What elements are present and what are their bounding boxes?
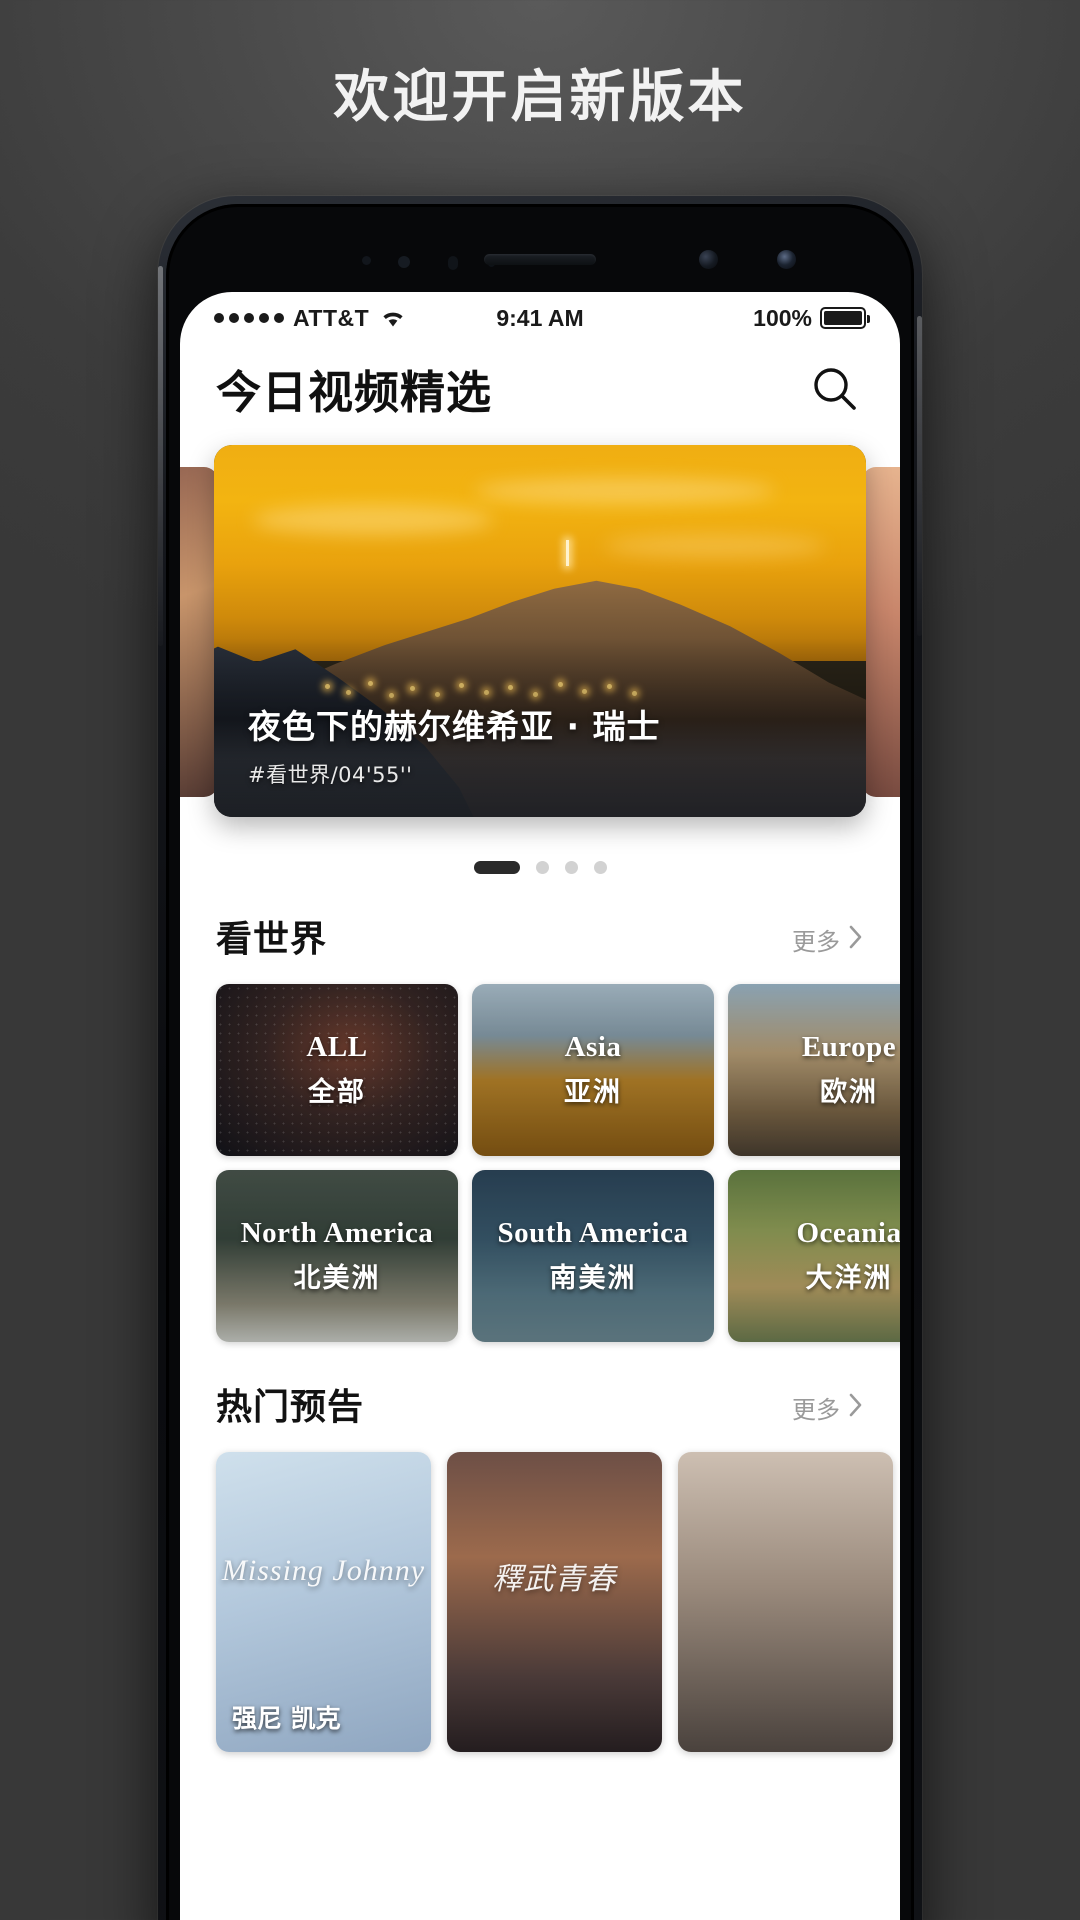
category-label-en: Oceania — [796, 1217, 901, 1249]
phone-device: ATT&T 9:41 AM 100% 今日视频精选 夜色下的赫尔维希亚 · 瑞士… — [158, 196, 922, 1920]
more-label: 更多 — [792, 1396, 840, 1424]
category-grid: ALL 全部 Asia 亚洲 Europe 欧洲 North America 北… — [180, 962, 900, 1342]
trailer-card[interactable]: 釋武青春 — [447, 1452, 662, 1752]
category-tile-oceania[interactable]: Oceania 大洋洲 — [728, 1170, 900, 1342]
category-label-en: North America — [240, 1217, 434, 1249]
category-label-en: ALL — [306, 1031, 368, 1063]
hero-card-active[interactable]: 夜色下的赫尔维希亚 · 瑞士 #看世界/04'55'' — [214, 445, 866, 817]
category-tile-all[interactable]: ALL 全部 — [216, 984, 458, 1156]
phone-screen: ATT&T 9:41 AM 100% 今日视频精选 夜色下的赫尔维希亚 · 瑞士… — [180, 292, 900, 1920]
carrier-label: ATT&T — [293, 304, 370, 331]
category-label-en: South America — [497, 1217, 689, 1249]
trailer-card[interactable]: Missing Johnny 强尼 凯克 — [216, 1452, 431, 1752]
chevron-right-icon — [848, 1392, 864, 1424]
trailer-script-title: Missing Johnny — [221, 1554, 426, 1587]
category-label-en: Asia — [564, 1031, 622, 1063]
category-label-cn: 北美洲 — [293, 1263, 381, 1294]
category-tile-europe[interactable]: Europe 欧洲 — [728, 984, 900, 1156]
battery-percent-label: 100% — [753, 304, 812, 331]
carousel-pager[interactable] — [180, 861, 900, 874]
category-label-cn: 亚洲 — [564, 1077, 622, 1108]
category-label-cn: 欧洲 — [820, 1077, 878, 1108]
earpiece-speaker — [484, 254, 596, 265]
phone-sensor-cluster — [166, 244, 914, 278]
hero-text-block: 夜色下的赫尔维希亚 · 瑞士 #看世界/04'55'' — [248, 700, 832, 789]
section-title: 看世界 — [216, 919, 328, 960]
pager-dot-3[interactable] — [564, 861, 578, 874]
section-title: 热门预告 — [216, 1387, 365, 1428]
trailer-script-title: 釋武青春 — [492, 1563, 617, 1596]
status-bar-right: 100% — [753, 304, 870, 332]
iris-sensor-icon — [448, 256, 458, 270]
hero-card-next[interactable] — [862, 467, 900, 797]
signal-strength-icon — [214, 313, 284, 323]
search-icon[interactable] — [806, 360, 864, 418]
hero-meta: #看世界/04'55'' — [248, 763, 413, 787]
trailer-row: Missing Johnny 强尼 凯克 釋武青春 BU — [180, 1430, 900, 1752]
battery-full-icon — [820, 307, 870, 329]
category-label-cn: 全部 — [308, 1077, 366, 1108]
more-label: 更多 — [792, 928, 840, 956]
page-title: 今日视频精选 — [216, 366, 493, 419]
status-bar-left: ATT&T — [214, 305, 406, 332]
category-label-en: Europe — [801, 1031, 897, 1063]
section-more-link-trailers[interactable]: 更多 — [792, 1390, 864, 1430]
section-header-world: 看世界 更多 — [180, 874, 900, 962]
status-bar: ATT&T 9:41 AM 100% — [180, 292, 900, 340]
trailer-caption: 强尼 凯克 — [232, 1704, 341, 1734]
phone-body: ATT&T 9:41 AM 100% 今日视频精选 夜色下的赫尔维希亚 · 瑞士… — [166, 204, 914, 1920]
pager-dot-4[interactable] — [593, 861, 607, 874]
pager-dot-1[interactable] — [473, 861, 520, 874]
category-label-cn: 大洋洲 — [805, 1263, 893, 1294]
hero-carousel[interactable]: 夜色下的赫尔维希亚 · 瑞士 #看世界/04'55'' — [180, 445, 900, 835]
section-more-link-world[interactable]: 更多 — [792, 922, 864, 962]
category-label-cn: 南美洲 — [549, 1263, 637, 1294]
wifi-icon — [380, 309, 406, 328]
chevron-right-icon — [848, 924, 864, 956]
pager-dot-2[interactable] — [535, 861, 549, 874]
sensor-dot-icon — [362, 256, 371, 265]
promo-headline: 欢迎开启新版本 — [333, 65, 747, 130]
proximity-sensor-icon — [398, 256, 410, 268]
hero-title: 夜色下的赫尔维希亚 · 瑞士 — [248, 707, 661, 746]
category-tile-north-america[interactable]: North America 北美洲 — [216, 1170, 458, 1342]
app-bar: 今日视频精选 — [180, 340, 900, 431]
section-header-trailers: 热门预告 更多 — [180, 1342, 900, 1430]
front-camera-icon — [777, 250, 796, 269]
sensor-lens-icon — [699, 250, 718, 269]
category-tile-south-america[interactable]: South America 南美洲 — [472, 1170, 714, 1342]
trailer-card[interactable] — [678, 1452, 893, 1752]
hero-card-prev[interactable] — [180, 467, 218, 797]
category-tile-asia[interactable]: Asia 亚洲 — [472, 984, 714, 1156]
